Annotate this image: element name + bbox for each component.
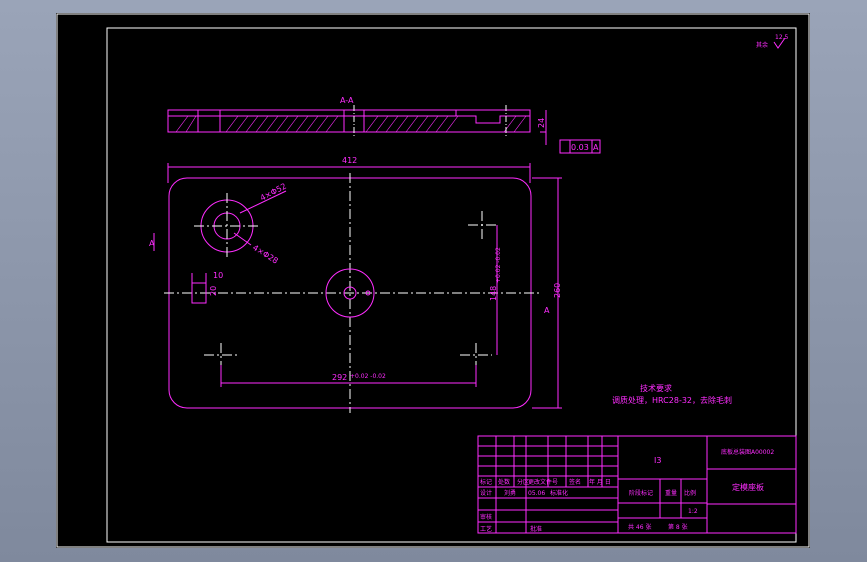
tb-h2: 处数 bbox=[498, 478, 510, 486]
tb-scale: 1:2 bbox=[688, 508, 698, 515]
pitch-x-dim: 292 bbox=[332, 373, 347, 382]
thickness-dim: 24 bbox=[537, 118, 546, 128]
tech-note: 调质处理，HRC28-32，去除毛刺 bbox=[612, 395, 732, 405]
inner-border bbox=[106, 27, 797, 543]
flatness-value: 0.03 bbox=[571, 143, 589, 152]
tb-r2: 刘勇 bbox=[504, 489, 516, 497]
tech-title: 技术要求 bbox=[640, 383, 672, 393]
pitch-y-tol: +0.02 -0.02 bbox=[495, 247, 502, 283]
tb-r6: 工艺 bbox=[480, 525, 492, 533]
tb-ratio: 比例 bbox=[684, 489, 696, 497]
section-view bbox=[167, 105, 531, 137]
tb-h5: 签名 bbox=[569, 478, 581, 486]
tb-sheets: 共 46 张 bbox=[628, 523, 651, 531]
drawing-sheet: 其余 12.5 A-A 0.03 A 24 412 4×Φ52 4×Φ28 10… bbox=[56, 13, 810, 548]
tb-sheet-no: 第 8 张 bbox=[668, 523, 688, 531]
tb-drawing-no: 底板总装图A00002 bbox=[721, 448, 774, 456]
drawing-canvas: 其余 12.5 A-A 0.03 A 24 412 4×Φ52 4×Φ28 10… bbox=[56, 13, 810, 548]
tb-r3: 05.06 bbox=[528, 490, 545, 497]
tb-h1: 标记 bbox=[480, 478, 492, 486]
tb-r4: 标准化 bbox=[550, 489, 568, 497]
tb-stage: 阶段标记 bbox=[629, 489, 653, 497]
hole-small-dim: 4×Φ28 bbox=[251, 243, 280, 266]
flatness-frame: 0.03 A 24 bbox=[537, 110, 601, 154]
pitch-y-dim: 148 bbox=[489, 286, 498, 301]
tb-material: I3 bbox=[654, 456, 661, 465]
tb-part-name: 定模座板 bbox=[732, 482, 764, 492]
outer-border bbox=[56, 13, 810, 548]
tb-r1: 设计 bbox=[480, 489, 492, 497]
pitch-x-tol: +0.02 -0.02 bbox=[350, 373, 386, 380]
section-label: A-A bbox=[340, 96, 354, 105]
tb-r7: 批准 bbox=[530, 525, 542, 533]
roughness-corner-text: 其余 bbox=[756, 41, 768, 49]
slot-w-dim: 10 bbox=[213, 271, 223, 280]
tb-h4: 更改文件号 bbox=[528, 478, 558, 486]
view-label-right: A bbox=[544, 306, 550, 315]
height-dim: 260 bbox=[553, 283, 562, 298]
tb-r5: 审核 bbox=[480, 513, 492, 521]
roughness-corner-value: 12.5 bbox=[775, 34, 789, 41]
datum-ref: A bbox=[593, 143, 599, 152]
slot-h-dim: 20 bbox=[209, 286, 218, 296]
tb-weight: 重量 bbox=[665, 489, 677, 497]
width-dim: 412 bbox=[342, 156, 357, 165]
cad-viewport: 其余 12.5 A-A 0.03 A 24 412 4×Φ52 4×Φ28 10… bbox=[0, 0, 867, 562]
tb-h6: 年 月 日 bbox=[589, 478, 611, 486]
